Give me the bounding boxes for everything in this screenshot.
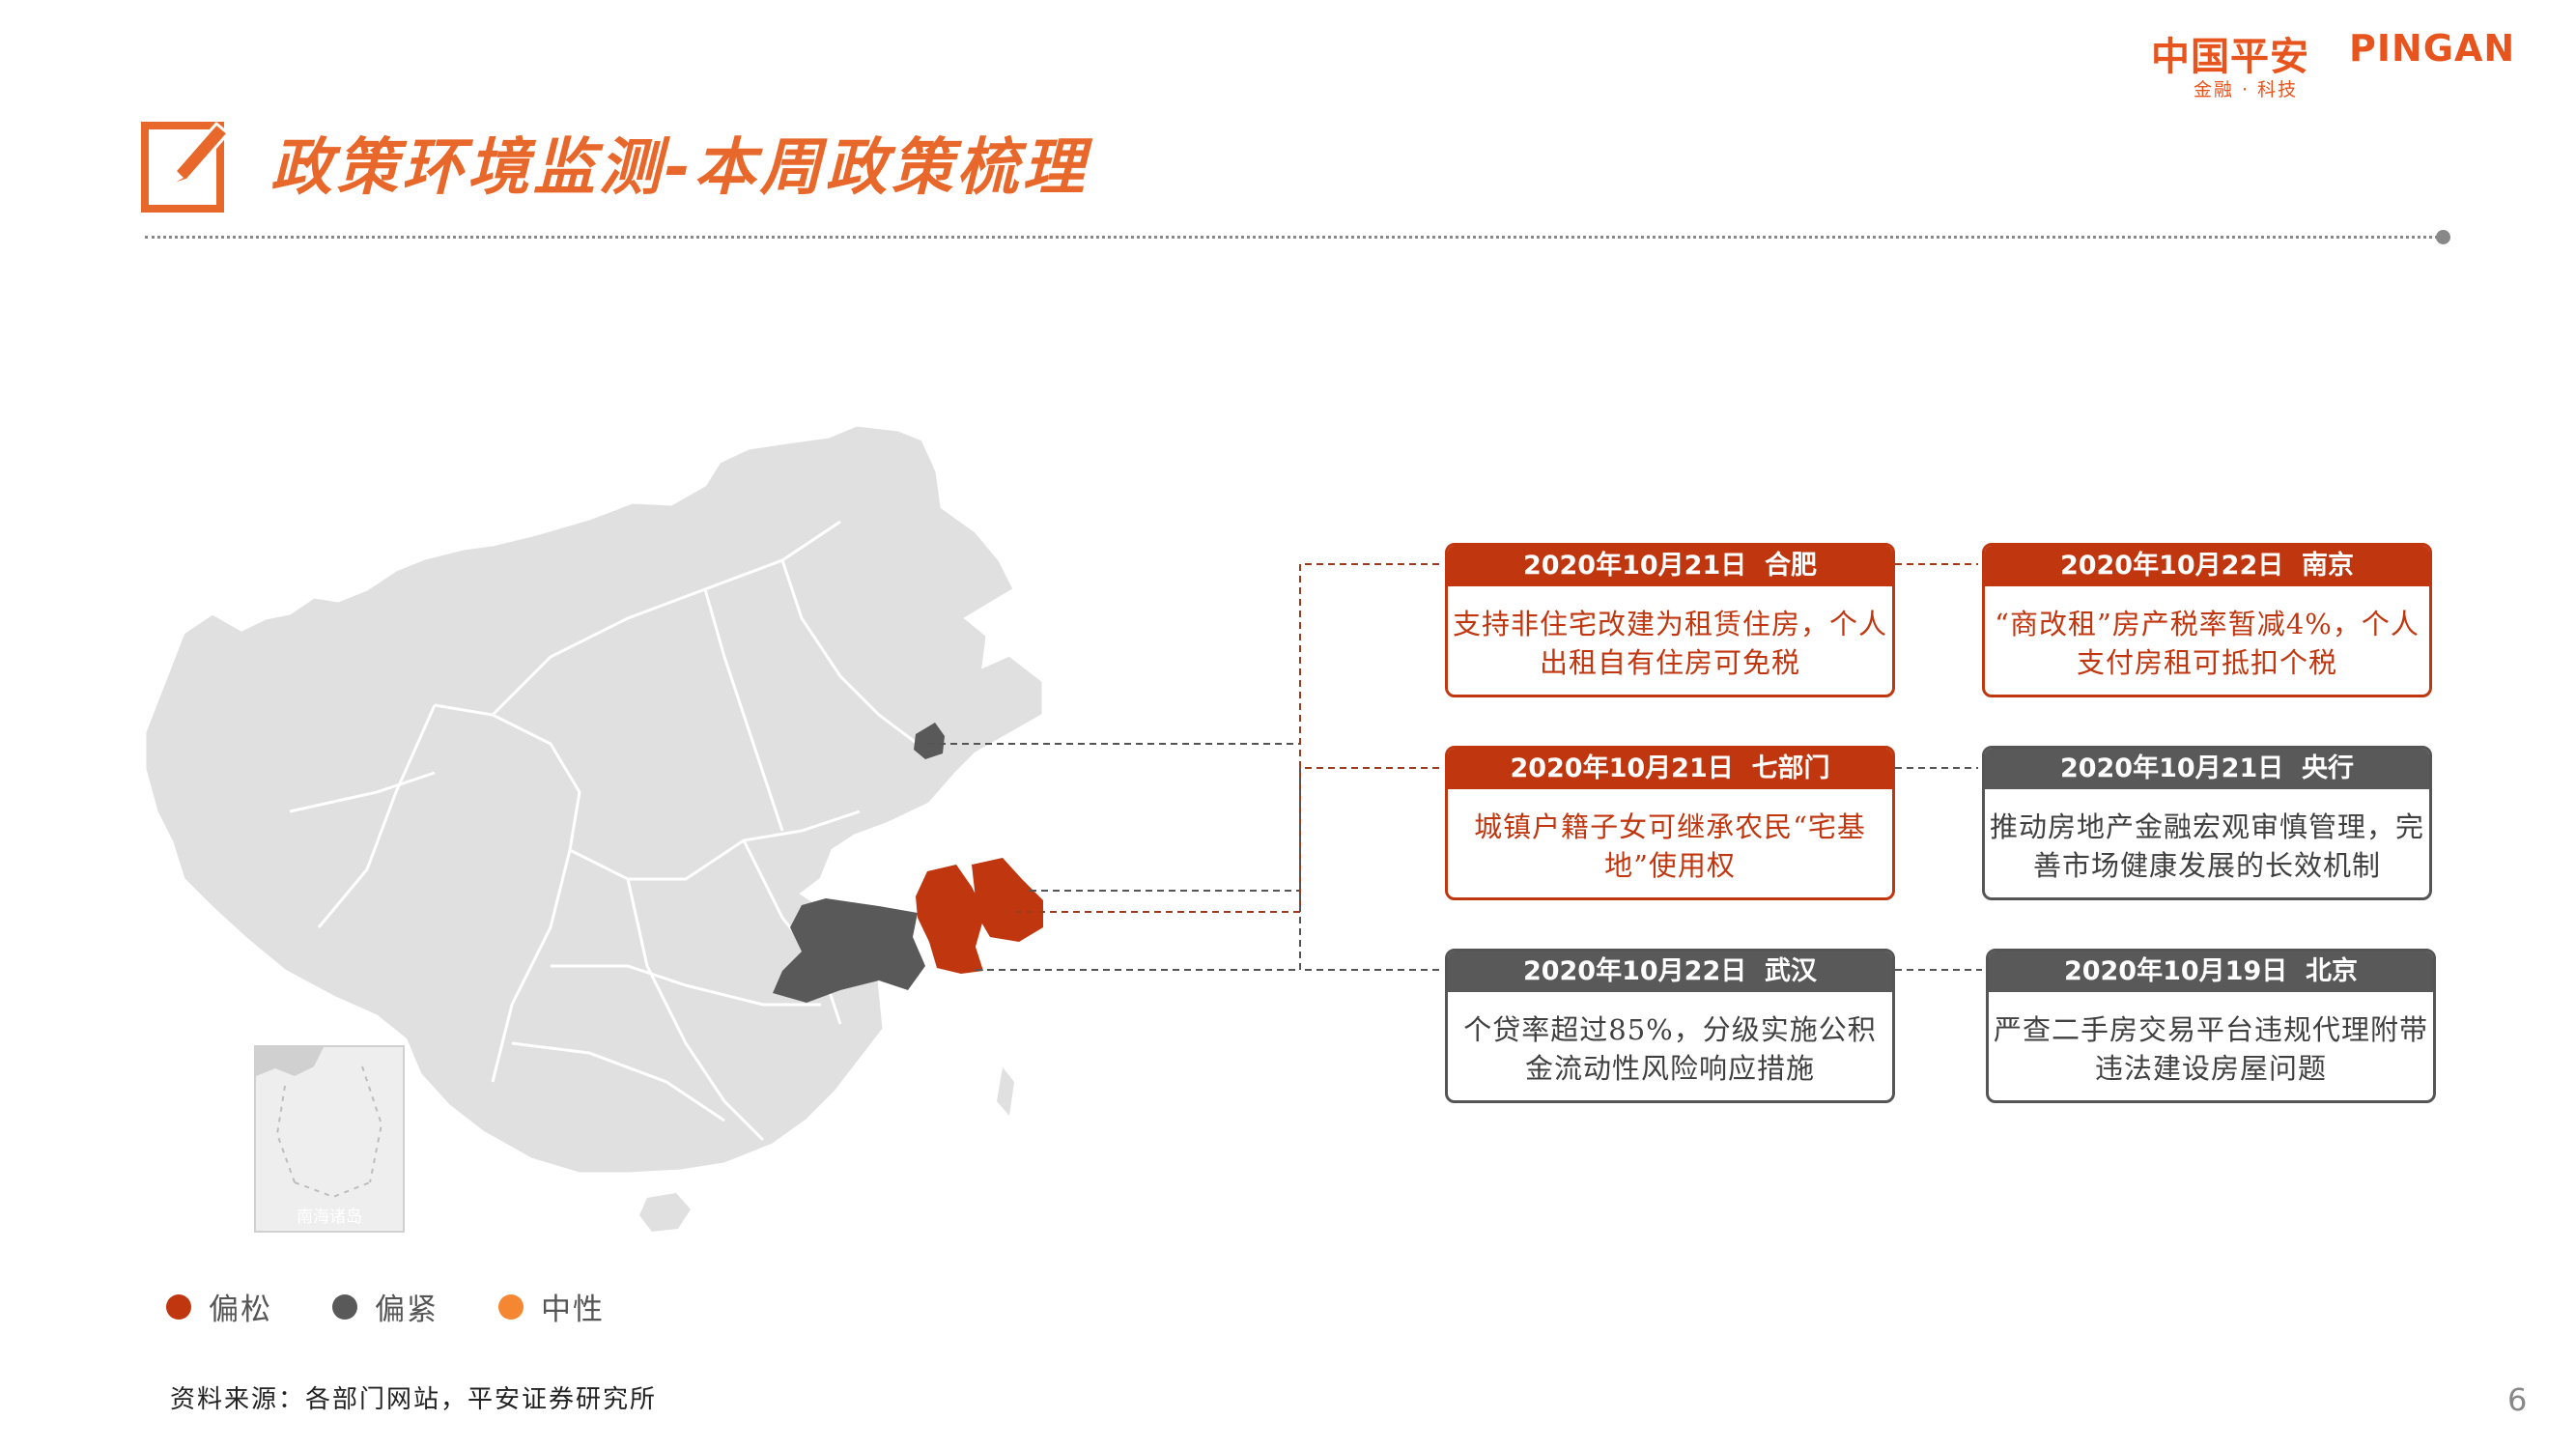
policy-card-header: 2020年10月21日 央行 bbox=[1985, 749, 2429, 789]
policy-card-text: 支持非住宅改建为租赁住房，个人出租自有住房可免税 bbox=[1452, 608, 1887, 679]
policy-card-header: 2020年10月22日 南京 bbox=[1985, 546, 2429, 586]
edit-pencil-icon bbox=[141, 121, 230, 213]
policy-card-hefei: 2020年10月21日 合肥 支持非住宅改建为租赁住房，个人出租自有住房可免税 bbox=[1445, 543, 1895, 697]
policy-card-header: 2020年10月19日 北京 bbox=[1989, 952, 2433, 992]
policy-card-yanghang: 2020年10月21日 央行 推动房地产金融宏观审慎管理，完善市场健康发展的长效… bbox=[1982, 746, 2432, 900]
logo-tagline: 金融 · 科技 bbox=[2194, 79, 2299, 100]
policy-card-nanjing: 2020年10月22日 南京 “商改租”房产税率暂减4%，个人支付房租可抵扣个税 bbox=[1982, 543, 2432, 697]
south-china-sea-islands-map bbox=[256, 1047, 383, 1199]
policy-card-wuhan: 2020年10月22日 武汉 个贷率超过85%，分级实施公积金流动性风险响应措施 bbox=[1445, 949, 1895, 1103]
page-title: 政策环境监测-本周政策梳理 bbox=[270, 132, 1089, 204]
legend-item-loose: 偏松 bbox=[166, 1285, 272, 1328]
policy-card-text: 严查二手房交易平台违规代理附带违法建设房屋问题 bbox=[1993, 1013, 2428, 1085]
logo-chinese: 中国平安 bbox=[2151, 35, 2309, 79]
policy-card-qibumen: 2020年10月21日 七部门 城镇户籍子女可继承农民“宅基地”使用权 bbox=[1445, 746, 1895, 900]
page-number: 6 bbox=[2507, 1381, 2528, 1418]
policy-card-text: “商改租”房产税率暂减4%，个人支付房租可抵扣个税 bbox=[1995, 608, 2420, 679]
island-hainan bbox=[639, 1193, 691, 1232]
inset-label: 南海诸岛 bbox=[297, 1208, 362, 1227]
logo-english: PINGAN bbox=[2349, 27, 2516, 70]
policy-card-header: 2020年10月21日 合肥 bbox=[1448, 546, 1892, 586]
south-china-sea-inset: 南海诸岛 bbox=[254, 1045, 405, 1233]
legend-label: 中性 bbox=[541, 1293, 605, 1327]
island-taiwan bbox=[997, 1067, 1014, 1116]
policy-card-text: 个贷率超过85%，分级实施公积金流动性风险响应措施 bbox=[1463, 1013, 1877, 1085]
connector-wuhan bbox=[1299, 768, 1439, 971]
policy-card-beijing: 2020年10月19日 北京 严查二手房交易平台违规代理附带违法建设房屋问题 bbox=[1986, 949, 2436, 1103]
region-jiangsu bbox=[972, 858, 1043, 942]
legend-label: 偏紧 bbox=[375, 1293, 439, 1327]
policy-card-header: 2020年10月21日 七部门 bbox=[1448, 749, 1892, 789]
legend-label: 偏松 bbox=[209, 1293, 272, 1327]
policy-card-text: 推动房地产金融宏观审慎管理，完善市场健康发展的长效机制 bbox=[1989, 810, 2424, 882]
legend-item-neutral: 中性 bbox=[498, 1285, 605, 1328]
policy-card-header: 2020年10月22日 武汉 bbox=[1448, 952, 1892, 992]
legend-dot-neutral-icon bbox=[498, 1293, 524, 1320]
title-divider-end-dot bbox=[2436, 230, 2450, 244]
title-divider bbox=[145, 236, 2444, 239]
policy-card-text: 城镇户籍子女可继承农民“宅基地”使用权 bbox=[1474, 810, 1866, 882]
pingan-logo: 中国平安 PINGAN 金融 · 科技 bbox=[2151, 25, 2547, 104]
source-note: 资料来源：各部门网站，平安证券研究所 bbox=[170, 1385, 658, 1414]
legend-item-tight: 偏紧 bbox=[332, 1285, 439, 1328]
legend-dot-loose-icon bbox=[166, 1293, 191, 1320]
legend-dot-tight-icon bbox=[332, 1293, 357, 1320]
